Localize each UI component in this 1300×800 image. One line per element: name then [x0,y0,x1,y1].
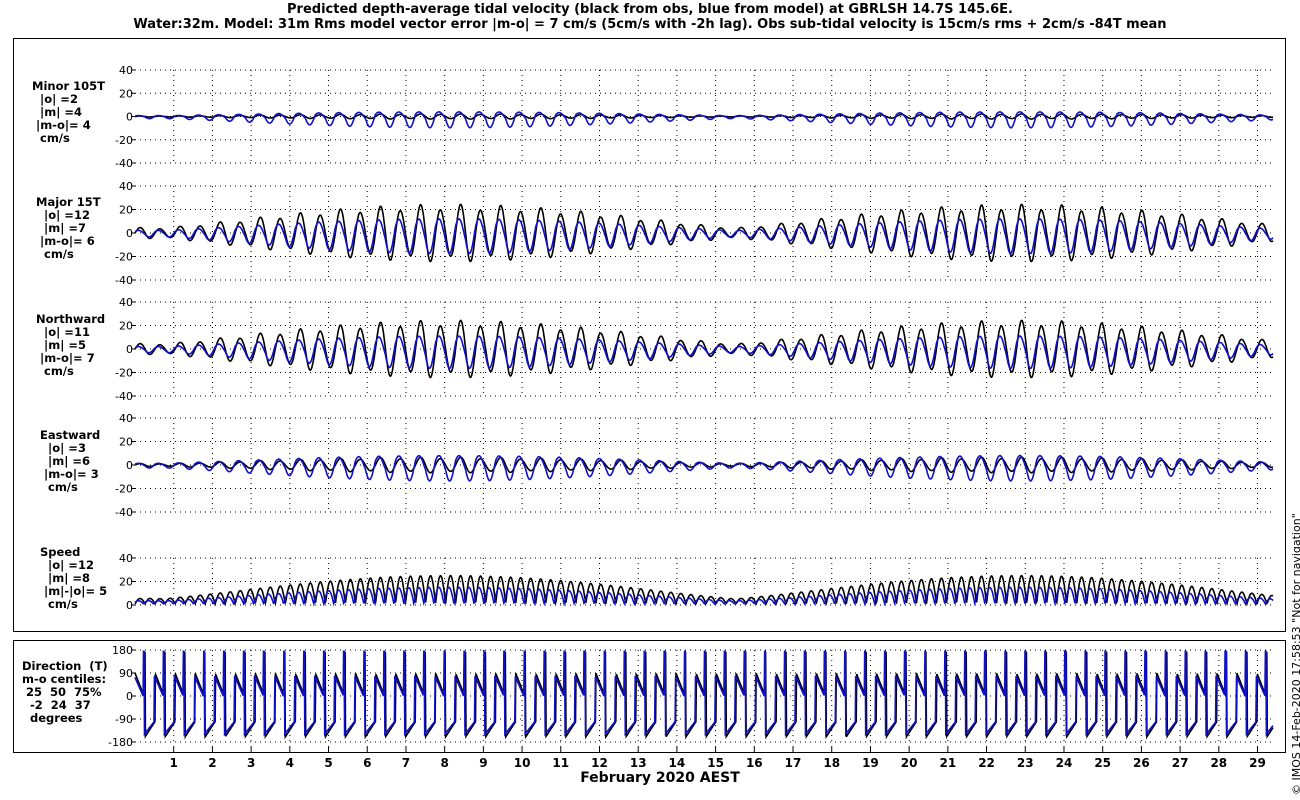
x-tick-label: 17 [785,756,802,770]
x-tick-label: 24 [1056,756,1073,770]
y-tick-label: 40 [119,296,133,309]
y-tick-label: 40 [119,64,133,77]
plot-frame [13,38,1286,632]
y-tick-label: -40 [115,157,133,170]
y-tick-label: -20 [115,251,133,264]
y-tick-label: -20 [115,483,133,496]
x-tick-label: 7 [402,756,410,770]
x-tick-label: 21 [940,756,957,770]
y-tick-label: 90 [119,667,133,680]
x-tick-label: 10 [514,756,531,770]
y-tick-label: -40 [115,390,133,403]
y-tick-label: -90 [115,713,133,726]
x-tick-label: 2 [208,756,216,770]
x-tick-label: 16 [746,756,763,770]
y-tick-label: 180 [112,644,133,657]
y-tick-label: -180 [108,736,133,749]
x-axis-label: February 2020 AEST [580,770,740,786]
x-tick-label: 8 [440,756,448,770]
y-tick-label: 20 [119,87,133,100]
x-tick-label: 29 [1249,756,1266,770]
x-tick-label: 5 [324,756,332,770]
x-tick-label: 13 [630,756,647,770]
x-tick-label: 27 [1172,756,1189,770]
y-tick-label: 0 [126,343,133,356]
y-tick-label: 0 [126,690,133,703]
x-tick-label: 19 [862,756,879,770]
y-tick-label: -20 [115,367,133,380]
copyright-note: © IMOS 14-Feb-2020 17:58:53 "Not for nav… [1290,513,1300,795]
tidal-velocity-chart: 40200-20-4040200-20-4040200-20-4040200-2… [13,38,1286,770]
x-tick-label: 1 [170,756,178,770]
x-tick-label: 22 [978,756,995,770]
x-tick-label: 23 [1017,756,1034,770]
x-tick-label: 15 [707,756,724,770]
y-tick-label: 0 [126,599,133,612]
y-tick-label: 20 [119,320,133,333]
x-tick-label: 28 [1210,756,1227,770]
y-tick-label: 40 [119,412,133,425]
y-tick-label: -20 [115,134,133,147]
x-tick-label: 6 [363,756,371,770]
x-tick-label: 18 [823,756,840,770]
y-tick-label: 20 [119,204,133,217]
x-tick-label: 25 [1094,756,1111,770]
x-tick-label: 4 [286,756,294,770]
x-tick-label: 12 [591,756,608,770]
y-tick-label: 40 [119,552,133,565]
x-tick-label: 26 [1133,756,1150,770]
y-tick-label: -40 [115,506,133,519]
x-tick-label: 11 [552,756,569,770]
y-tick-label: 20 [119,576,133,589]
x-tick-label: 3 [247,756,255,770]
y-tick-label: 0 [126,459,133,472]
y-tick-label: -40 [115,274,133,287]
y-tick-label: 0 [126,227,133,240]
y-tick-label: 40 [119,180,133,193]
x-tick-label: 9 [479,756,487,770]
x-tick-label: 20 [901,756,918,770]
y-tick-label: 20 [119,436,133,449]
y-tick-label: 0 [126,111,133,124]
x-tick-label: 14 [669,756,686,770]
